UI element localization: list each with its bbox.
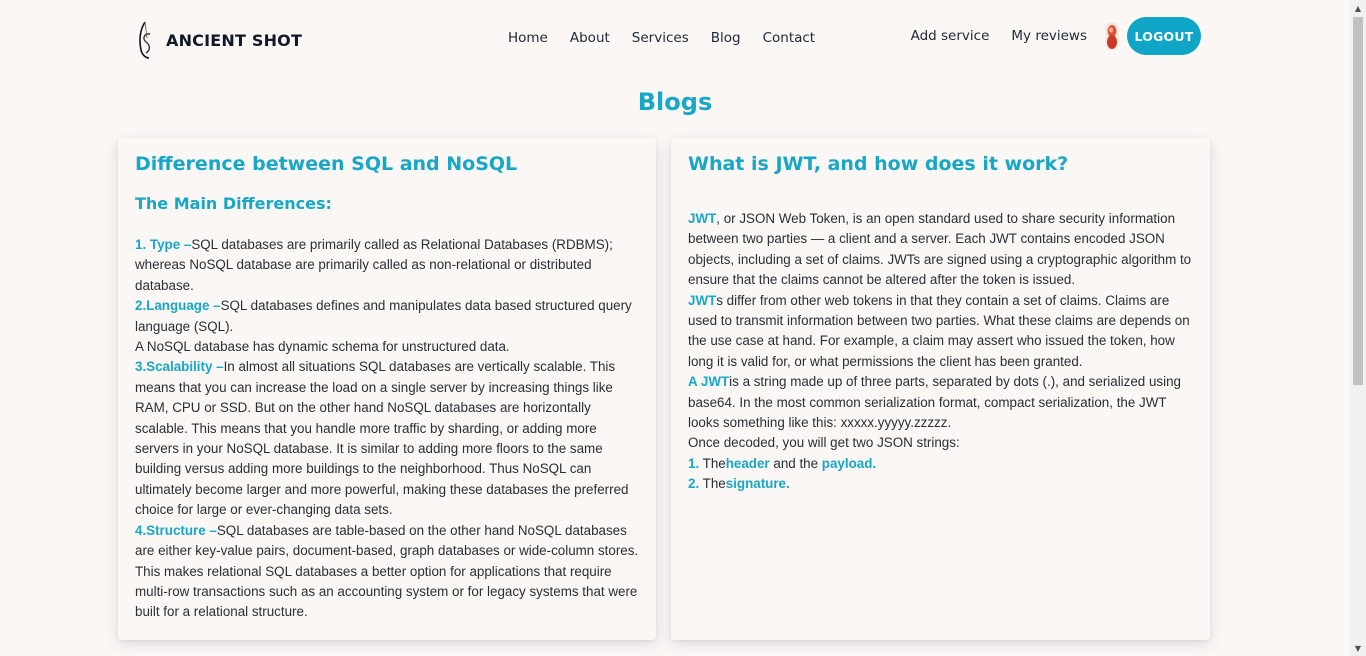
blog-body: JWT, or JSON Web Token, is an open stand…: [688, 209, 1193, 495]
user-nav: Add service My reviews LOGOUT: [911, 17, 1201, 55]
list-text: and the: [769, 455, 822, 471]
page-viewport: ANCIENT SHOT Home About Services Blog Co…: [0, 0, 1350, 656]
my-reviews-link[interactable]: My reviews: [1011, 28, 1087, 44]
paragraph-language-2: A NoSQL database has dynamic schema for …: [135, 339, 510, 355]
blog-title: Difference between SQL and NoSQL: [135, 153, 518, 175]
signature-term: signature.: [725, 476, 790, 492]
main-nav: Home About Services Blog Contact: [508, 30, 837, 46]
type-label: 1. Type –: [135, 237, 192, 252]
blog-card-jwt: What is JWT, and how does it work? JWT, …: [671, 138, 1210, 640]
paragraph-decoded: Once decoded, you will get two JSON stri…: [688, 435, 960, 451]
payload-term: payload.: [821, 455, 877, 471]
language-label: 2.Language –: [135, 298, 221, 314]
add-service-link[interactable]: Add service: [911, 28, 990, 44]
nav-about-link[interactable]: About: [570, 30, 610, 46]
nav-home-link[interactable]: Home: [508, 30, 548, 46]
list-text: The: [699, 455, 726, 471]
list-number: 1.: [688, 455, 700, 471]
navbar: ANCIENT SHOT Home About Services Blog Co…: [0, 0, 1350, 76]
jwt-structure-text: is a string made up of three parts, sepa…: [688, 374, 1181, 431]
logout-button[interactable]: LOGOUT: [1127, 17, 1201, 55]
list-text: The: [699, 476, 726, 492]
blog-title: What is JWT, and how does it work?: [688, 153, 1069, 175]
scalability-label: 3.Scalability –: [135, 359, 224, 375]
paragraph-type: 1. Type –SQL databases are primarily cal…: [135, 235, 639, 296]
nav-blog-link[interactable]: Blog: [711, 30, 741, 46]
scalability-text: In almost all situations SQL databases a…: [135, 359, 629, 518]
page-title: Blogs: [637, 88, 713, 116]
jwt-label: JWT: [688, 292, 717, 308]
scroll-up-arrow-icon[interactable]: ▲: [1350, 0, 1366, 16]
blog-card-sql-nosql: Difference between SQL and NoSQL The Mai…: [118, 138, 656, 640]
user-avatar[interactable]: [1105, 22, 1119, 50]
paragraph-jwt-claims: JWTs differ from other web tokens in tha…: [688, 291, 1193, 373]
paragraph-language: 2.Language –SQL databases defines and ma…: [135, 296, 639, 337]
type-text: SQL databases are primarily called as Re…: [135, 237, 613, 293]
paragraph-structure: 4.Structure –SQL databases are table-bas…: [135, 521, 639, 623]
list-item: 2. Thesignature.: [688, 474, 1193, 494]
paragraph-jwt-structure: A JWTis a string made up of three parts,…: [688, 372, 1193, 433]
scrollbar-thumb[interactable]: [1353, 17, 1363, 385]
nav-services-link[interactable]: Services: [632, 30, 689, 46]
structure-label: 4.Structure –: [135, 522, 217, 538]
paragraph-jwt-intro: JWT, or JSON Web Token, is an open stand…: [688, 209, 1193, 291]
list-item: 1. Theheader and the payload.: [688, 454, 1193, 474]
brand[interactable]: ANCIENT SHOT: [134, 20, 302, 60]
jwt-label: A JWT: [688, 374, 730, 390]
brand-name: ANCIENT SHOT: [166, 30, 303, 50]
list-number: 2.: [688, 476, 700, 492]
jwt-intro-text: , or JSON Web Token, is an open standard…: [688, 211, 1192, 288]
nav-contact-link[interactable]: Contact: [763, 30, 816, 46]
vertical-scrollbar[interactable]: ▲ ▼: [1350, 0, 1366, 656]
scroll-down-arrow-icon[interactable]: ▼: [1350, 640, 1366, 656]
blog-subtitle: The Main Differences:: [135, 194, 332, 213]
jwt-label: JWT: [688, 211, 717, 226]
paragraph-scalability: 3.Scalability –In almost all situations …: [135, 357, 639, 520]
header-term: header: [725, 455, 770, 471]
jwt-claims-text: s differ from other web tokens in that t…: [688, 292, 1190, 369]
feather-s-logo-icon: [139, 21, 151, 59]
blog-body: 1. Type –SQL databases are primarily cal…: [135, 235, 639, 623]
